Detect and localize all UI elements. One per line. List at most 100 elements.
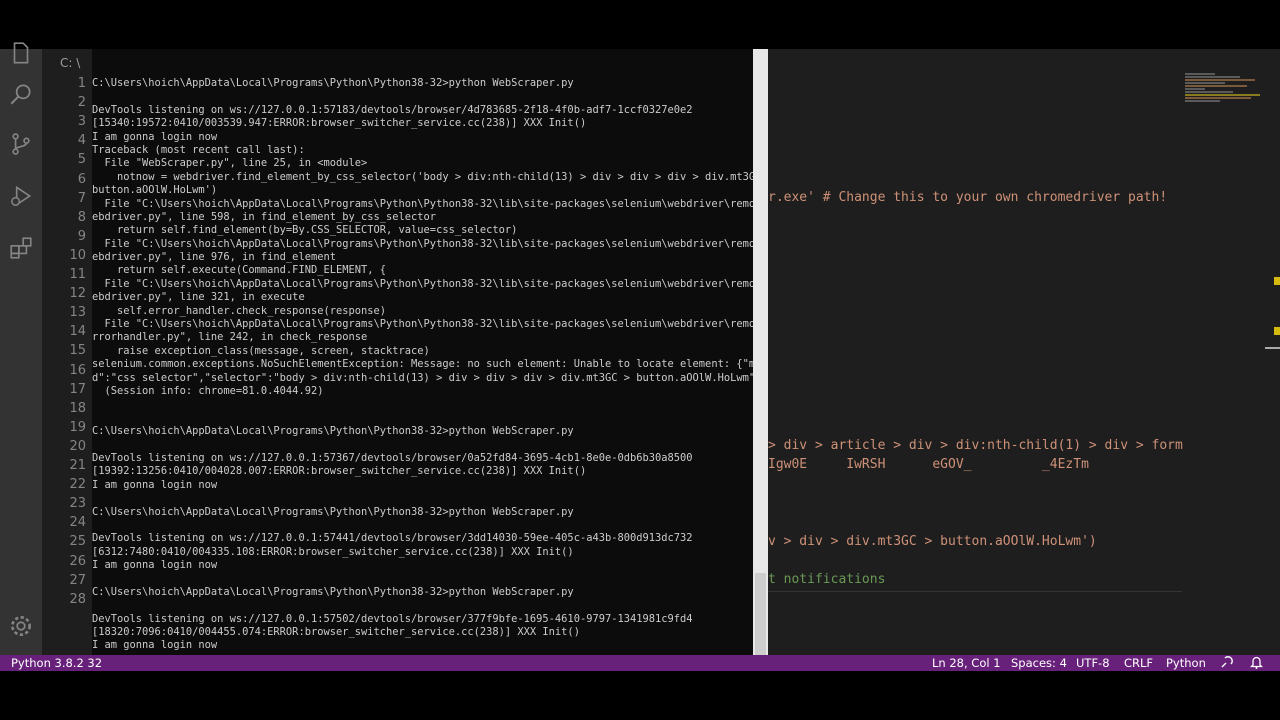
line-number: 12 [69, 286, 86, 302]
console-line: Traceback (most recent call last): [92, 143, 305, 156]
line-number: 18 [69, 400, 86, 416]
console-line: DevTools listening on ws://127.0.0.1:573… [92, 451, 693, 464]
console-line: rrorhandler.py", line 242, in check_resp… [92, 331, 368, 344]
console-line: [15340:19572:0410/003539.947:ERROR:brows… [92, 117, 587, 130]
console-line: I am gonna login now [92, 478, 218, 491]
indentation[interactable]: Spaces: 4 [1011, 656, 1067, 670]
console-line: self.error_handler.check_response(respon… [92, 304, 387, 317]
line-number: 2 [77, 95, 86, 111]
line-number: 5 [77, 152, 86, 168]
console-line: (Session info: chrome=81.0.4044.92) [92, 384, 324, 397]
line-number: 11 [69, 267, 86, 282]
console-line: File "C:\Users\hoich\AppData\Local\Progr… [92, 197, 754, 210]
line-number: 7 [77, 190, 86, 206]
console-line: C:\Users\hoich\AppData\Local\Programs\Py… [92, 425, 574, 438]
breadcrumb[interactable]: C: \ [60, 56, 80, 70]
line-number: 15 [69, 343, 86, 359]
line-number: 3 [77, 114, 86, 130]
line-number: 21 [69, 458, 86, 473]
scrollbar-marker [1274, 327, 1280, 335]
console-line: d":"css selector","selector":"body > div… [92, 371, 753, 384]
code-line-form-selector[interactable]: > div > article > div > div:nth-child(1)… [768, 438, 1183, 453]
editor-scrollbar[interactable] [1265, 73, 1280, 655]
line-number: 27 [69, 572, 86, 588]
code-line-notifications-comment[interactable]: t notifications [768, 572, 885, 587]
console-line: [6312:7480:0410/004335.108:ERROR:browser… [92, 545, 574, 558]
console-line: ebdriver.py", line 976, in find_element [92, 251, 336, 264]
line-number: 13 [69, 305, 86, 321]
cursor-position[interactable]: Ln 28, Col 1 [932, 656, 1001, 670]
console-line: I am gonna login now [92, 130, 218, 143]
line-number: 17 [69, 381, 86, 397]
code-line-classes[interactable]: Igw0E IwRSH eGOV_ _4EzTm [768, 457, 1089, 472]
line-number: 8 [77, 209, 86, 225]
language-mode[interactable]: Python [1166, 656, 1206, 670]
console-scrollbar[interactable] [753, 49, 768, 671]
line-number: 14 [69, 324, 86, 340]
end-of-line[interactable]: CRLF [1124, 656, 1153, 670]
console-line: return self.execute(Command.FIND_ELEMENT… [92, 264, 387, 277]
console-line: File "C:\Users\hoich\AppData\Local\Progr… [92, 237, 754, 250]
explorer-icon[interactable] [8, 41, 34, 67]
console-line: return self.find_element(by=By.CSS_SELEC… [92, 224, 518, 237]
encoding[interactable]: UTF-8 [1076, 656, 1110, 670]
python-interpreter[interactable]: Python 3.8.2 32 [11, 656, 102, 670]
divider [768, 591, 1182, 592]
console-line: button.aOOlW.HoLwm') [92, 184, 218, 197]
feedback-icon[interactable] [1220, 655, 1234, 672]
line-number: 23 [69, 496, 86, 512]
console-line: C:\Users\hoich\AppData\Local\Programs\Py… [92, 77, 574, 89]
line-number: 22 [69, 477, 86, 493]
line-number: 9 [77, 228, 86, 244]
settings-gear-icon[interactable] [8, 613, 34, 639]
console-line: File "C:\Users\hoich\AppData\Local\Progr… [92, 277, 754, 290]
status-bar: Python 3.8.2 32 Ln 28, Col 1 Spaces: 4 U… [0, 655, 1280, 671]
scrollbar-marker [1274, 277, 1280, 285]
console-line: [18320:7096:0410/004455.074:ERROR:browse… [92, 626, 580, 639]
console-line: ebdriver.py", line 598, in find_element_… [92, 210, 437, 223]
console-line: File "C:\Users\hoich\AppData\Local\Progr… [92, 318, 754, 331]
console-line: [19392:13256:0410/004028.007:ERROR:brows… [92, 465, 587, 478]
console-line: ebdriver.py", line 321, in execute [92, 291, 305, 304]
line-number: 19 [69, 419, 86, 435]
console-line: I am gonna login now [92, 639, 218, 652]
console-line: C:\Users\hoich\AppData\Local\Programs\Py… [92, 505, 574, 518]
line-number: 20 [69, 438, 86, 454]
console-line: File "WebScraper.py", line 25, in <modul… [92, 157, 368, 170]
minimap[interactable] [1185, 73, 1265, 113]
scrollbar-cursor-marker [1265, 347, 1280, 349]
console-line: DevTools listening on ws://127.0.0.1:574… [92, 532, 693, 545]
console-line: notnow = webdriver.find_element_by_css_s… [92, 170, 753, 183]
line-number: 6 [77, 171, 86, 187]
console-line: DevTools listening on ws://127.0.0.1:575… [92, 612, 693, 625]
line-number: 16 [69, 362, 86, 378]
line-number: 26 [69, 553, 86, 569]
line-number: 24 [69, 515, 86, 531]
console-line: DevTools listening on ws://127.0.0.1:571… [92, 103, 693, 116]
line-number: 10 [69, 247, 86, 263]
console-line: raise exception_class(message, screen, s… [92, 344, 430, 357]
console-line: C:\Users\hoich\AppData\Local\Programs\Py… [92, 585, 574, 598]
search-icon[interactable] [8, 81, 34, 107]
bell-icon[interactable] [1249, 655, 1264, 672]
source-control-icon[interactable] [8, 131, 34, 157]
line-number: 4 [77, 133, 86, 149]
line-number: 1 [77, 76, 86, 91]
code-line-chromedriver-path[interactable]: r.exe' # Change this to your own chromed… [768, 190, 1167, 205]
console-line: selenium.common.exceptions.NoSuchElement… [92, 358, 753, 371]
console-window[interactable]: C:\Users\hoich\AppData\Local\Programs\Py… [92, 49, 753, 671]
extensions-icon[interactable] [8, 235, 34, 261]
run-debug-icon[interactable] [8, 183, 34, 209]
activity-bar [0, 42, 42, 655]
code-line-button-selector[interactable]: v > div > div.mt3GC > button.aOOlW.HoLwm… [768, 534, 1097, 549]
line-number: 25 [69, 534, 86, 550]
line-number: 28 [69, 591, 86, 607]
